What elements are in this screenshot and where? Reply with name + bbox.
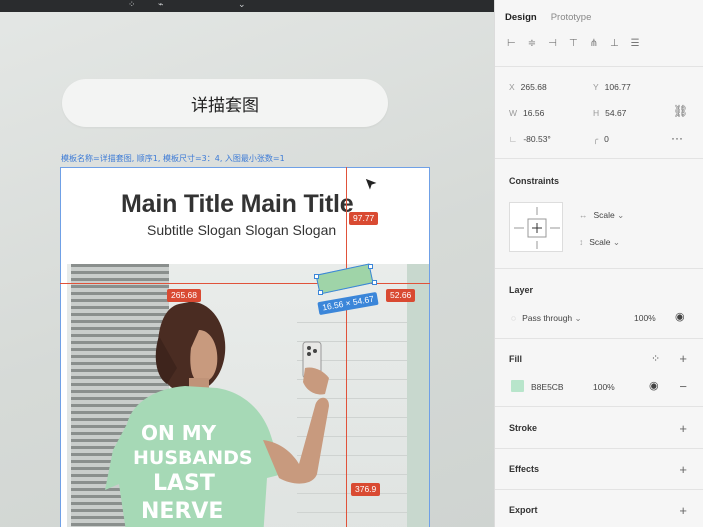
- background-panel: [407, 264, 429, 527]
- rotation-field[interactable]: ∟ -80.53°: [509, 134, 551, 144]
- vertical-constraint-icon: ↕: [579, 237, 584, 247]
- divider: [495, 448, 703, 449]
- resize-handle-br[interactable]: [372, 280, 377, 285]
- chevron-down-icon: ⌄: [572, 313, 582, 323]
- fill-visibility-eye-icon[interactable]: ◉: [649, 379, 659, 392]
- measure-right-label: 52.66: [386, 289, 416, 302]
- divider: [495, 268, 703, 269]
- frame-label[interactable]: 模板名称=详描套图, 顺序1, 模板尺寸=3：4, 入图最小张数=1: [61, 153, 285, 164]
- measure-bottom-label: 376.9: [351, 483, 381, 496]
- cursor-icon: [364, 177, 380, 193]
- layer-opacity-field[interactable]: 100%: [634, 313, 656, 323]
- layer-title: Layer: [509, 285, 534, 295]
- style-grid-icon[interactable]: ⁘: [651, 352, 660, 365]
- layer-visibility-eye-icon[interactable]: ◉: [675, 310, 685, 323]
- fill-color-swatch[interactable]: [511, 380, 524, 392]
- chevron-down-icon[interactable]: ⌄: [238, 0, 246, 9]
- guide-bottom: [346, 300, 347, 527]
- fill-opacity-field[interactable]: 100%: [593, 382, 615, 392]
- divider: [495, 338, 703, 339]
- constraints-title: Constraints: [509, 176, 560, 186]
- top-toolbar: ⁘ ⌁ ⌄: [0, 0, 494, 12]
- export-title: Export: [509, 505, 538, 515]
- add-fill-icon[interactable]: +: [679, 352, 687, 365]
- measure-left-label: 265.68: [167, 289, 201, 302]
- effects-title: Effects: [509, 464, 540, 474]
- shirt-text-line-3: LAST: [153, 471, 215, 496]
- fill-hex-field[interactable]: B8E5CB: [531, 382, 564, 392]
- corner-radius-icon: ╭: [593, 134, 599, 144]
- y-field[interactable]: Y 106.77: [593, 82, 631, 92]
- add-stroke-icon[interactable]: +: [679, 422, 687, 435]
- x-field[interactable]: X 265.68: [509, 82, 547, 92]
- pill-title: 详描套图: [191, 95, 259, 116]
- link-icon[interactable]: ⌁: [158, 0, 163, 9]
- component-icon[interactable]: ⁘: [128, 0, 136, 9]
- distribute-icon[interactable]: ☰: [631, 38, 640, 49]
- align-top-icon[interactable]: ⊤: [569, 38, 578, 49]
- constraints-diagram: [514, 207, 560, 249]
- design-panel: Design Prototype ⊢ ≑ ⊣ ⊤ ⋔ ⊥ ☰ X 265.68 Y…: [494, 0, 703, 527]
- align-center-horizontal-icon[interactable]: ≑: [528, 38, 536, 49]
- resize-handle-bl[interactable]: [318, 290, 323, 295]
- tab-design[interactable]: Design: [505, 12, 537, 23]
- align-center-vertical-icon[interactable]: ⋔: [590, 38, 598, 49]
- add-export-icon[interactable]: +: [679, 504, 687, 517]
- blend-mode-icon: ◌: [511, 313, 517, 323]
- horizontal-constraint-select[interactable]: ↔ Scale ⌄: [579, 210, 624, 221]
- rotation-icon: ∟: [509, 134, 518, 144]
- remove-fill-icon[interactable]: −: [679, 380, 687, 393]
- divider: [495, 406, 703, 407]
- shirt-text-line-4: NERVE: [141, 499, 223, 524]
- chevron-down-icon: ⌄: [614, 210, 625, 220]
- divider: [495, 158, 703, 159]
- align-left-icon[interactable]: ⊢: [507, 38, 516, 49]
- shirt-text-line-1: ON MY: [141, 421, 217, 445]
- align-right-icon[interactable]: ⊣: [548, 38, 557, 49]
- constrain-proportions-icon[interactable]: ⛓: [673, 104, 688, 118]
- resize-handle-tl[interactable]: [314, 274, 319, 279]
- template-title-pill[interactable]: 详描套图: [62, 79, 388, 127]
- guide-top: [346, 167, 347, 270]
- stroke-title: Stroke: [509, 423, 538, 433]
- height-field[interactable]: H 54.67: [593, 108, 626, 118]
- measure-top-label: 97.77: [349, 212, 379, 225]
- divider: [495, 489, 703, 490]
- canvas[interactable]: ⁘ ⌁ ⌄ 详描套图 模板名称=详描套图, 顺序1, 模板尺寸=3：4, 入图最…: [0, 0, 494, 527]
- main-title[interactable]: Main Title Main Title: [121, 190, 371, 219]
- resize-handle-tr[interactable]: [368, 264, 373, 269]
- guide-left: [60, 283, 318, 284]
- horizontal-constraint-icon: ↔: [579, 210, 588, 220]
- corner-radius-field[interactable]: ╭ 0: [593, 134, 609, 145]
- divider: [495, 66, 703, 67]
- add-effect-icon[interactable]: +: [679, 463, 687, 476]
- blend-mode-select[interactable]: ◌ Pass through ⌄: [511, 313, 582, 324]
- tab-prototype[interactable]: Prototype: [551, 12, 592, 23]
- align-bottom-icon[interactable]: ⊥: [610, 38, 619, 49]
- fill-title: Fill: [509, 354, 522, 364]
- guide-right: [371, 283, 430, 284]
- panel-tabs: Design Prototype: [505, 12, 591, 23]
- width-field[interactable]: W 16.56: [509, 108, 544, 118]
- alignment-toolbar: ⊢ ≑ ⊣ ⊤ ⋔ ⊥ ☰: [507, 38, 640, 49]
- more-options-icon[interactable]: ···: [671, 131, 683, 145]
- subtitle[interactable]: Subtitle Slogan Slogan Slogan: [147, 222, 336, 238]
- chevron-down-icon: ⌄: [610, 237, 620, 247]
- vertical-constraint-select[interactable]: ↕ Scale ⌄: [579, 237, 620, 248]
- shirt-text-line-2: HUSBANDS: [133, 447, 253, 469]
- constraints-widget[interactable]: [509, 202, 563, 252]
